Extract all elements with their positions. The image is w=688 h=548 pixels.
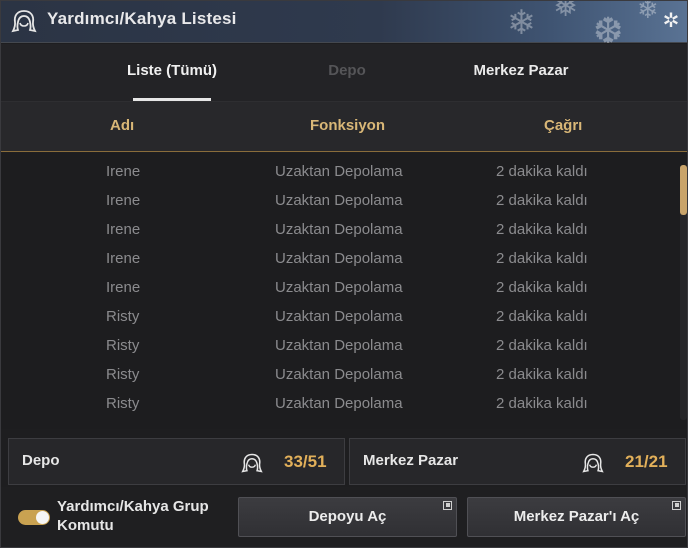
row-call: 2 dakika kaldı	[496, 163, 588, 180]
open-market-label: Merkez Pazar'ı Aç	[513, 508, 640, 525]
row-call: 2 dakika kaldı	[496, 279, 588, 296]
table-row[interactable]: Irene Uzaktan Depolama 2 dakika kaldı	[1, 216, 671, 245]
row-function: Uzaktan Depolama	[275, 250, 403, 267]
open-storage-button[interactable]: Depoyu Aç	[238, 497, 457, 537]
table-row[interactable]: Risty Uzaktan Depolama 2 dakika kaldı	[1, 390, 671, 419]
column-header-name[interactable]: Adı	[110, 117, 134, 134]
maid-list-window: Yardımcı/Kahya Listesi ❄ ❅ ❆ ❄ ✲ Liste (…	[0, 0, 688, 548]
market-summary-panel: Merkez Pazar 21/21	[349, 438, 686, 485]
row-name: Irene	[106, 279, 141, 296]
row-name: Risty	[106, 366, 140, 383]
row-name: Irene	[106, 163, 141, 180]
tab-bar: Liste (Tümü) Depo Merkez Pazar	[1, 44, 687, 102]
row-name: Risty	[106, 395, 140, 412]
row-function: Uzaktan Depolama	[275, 221, 403, 238]
storage-summary-label: Depo	[22, 452, 60, 469]
table-row[interactable]: Risty Uzaktan Depolama 2 dakika kaldı	[1, 361, 671, 390]
column-header-call[interactable]: Çağrı	[544, 117, 582, 134]
row-call: 2 dakika kaldı	[496, 192, 588, 209]
table-row[interactable]: Risty Uzaktan Depolama 2 dakika kaldı	[1, 303, 671, 332]
row-function: Uzaktan Depolama	[275, 395, 403, 412]
row-name: Irene	[106, 192, 141, 209]
close-snowflake-icon: ✲	[662, 8, 680, 32]
table-row[interactable]: Irene Uzaktan Depolama 2 dakika kaldı	[1, 274, 671, 303]
row-call: 2 dakika kaldı	[496, 221, 588, 238]
maid-icon	[11, 10, 37, 33]
close-button[interactable]: ✲	[659, 8, 683, 32]
row-function: Uzaktan Depolama	[275, 337, 403, 354]
row-function: Uzaktan Depolama	[275, 308, 403, 325]
open-storage-label: Depoyu Aç	[308, 508, 387, 525]
scrollbar-thumb[interactable]	[680, 165, 687, 215]
row-function: Uzaktan Depolama	[275, 163, 403, 180]
row-name: Irene	[106, 221, 141, 238]
active-tab-indicator	[133, 98, 211, 101]
title-bar[interactable]: Yardımcı/Kahya Listesi ❄ ❅ ❆ ❄ ✲	[1, 0, 687, 52]
column-header-function[interactable]: Fonksiyon	[310, 117, 385, 134]
row-function: Uzaktan Depolama	[275, 192, 403, 209]
open-market-button[interactable]: Merkez Pazar'ı Aç	[467, 497, 686, 537]
table-row[interactable]: Irene Uzaktan Depolama 2 dakika kaldı	[1, 187, 671, 216]
external-window-icon	[443, 501, 452, 510]
maid-icon	[241, 453, 263, 473]
tab-central-market[interactable]: Merkez Pazar	[441, 62, 601, 79]
row-function: Uzaktan Depolama	[275, 279, 403, 296]
table-row[interactable]: Irene Uzaktan Depolama 2 dakika kaldı	[1, 245, 671, 274]
row-name: Risty	[106, 308, 140, 325]
row-call: 2 dakika kaldı	[496, 366, 588, 383]
row-call: 2 dakika kaldı	[496, 250, 588, 267]
row-call: 2 dakika kaldı	[496, 395, 588, 412]
toggle-knob	[36, 511, 49, 524]
table-header: Adı Fonksiyon Çağrı	[1, 102, 687, 152]
market-maid-count: 21/21	[625, 452, 668, 471]
group-command-label: Yardımcı/Kahya Grup Komutu	[57, 498, 209, 534]
market-summary-label: Merkez Pazar	[363, 452, 459, 469]
group-command-toggle[interactable]	[18, 510, 50, 525]
table-row[interactable]: Irene Uzaktan Depolama 2 dakika kaldı	[1, 158, 671, 187]
row-name: Irene	[106, 250, 141, 267]
storage-summary-panel: Depo 33/51	[8, 438, 345, 485]
storage-maid-count: 33/51	[284, 452, 327, 471]
row-function: Uzaktan Depolama	[275, 366, 403, 383]
row-call: 2 dakika kaldı	[496, 308, 588, 325]
row-call: 2 dakika kaldı	[496, 337, 588, 354]
footer: Yardımcı/Kahya Grup Komutu Depoyu Aç Mer…	[1, 487, 687, 547]
tab-list-all[interactable]: Liste (Tümü)	[92, 62, 252, 79]
snowflake-decoration-icon: ❅	[553, 0, 579, 24]
table-row[interactable]: Risty Uzaktan Depolama 2 dakika kaldı	[1, 332, 671, 361]
external-window-icon	[672, 501, 681, 510]
maid-icon	[582, 453, 604, 473]
row-name: Risty	[106, 337, 140, 354]
tab-storage[interactable]: Depo	[267, 62, 427, 79]
snowflake-decoration-icon: ❄	[637, 0, 659, 25]
snowflake-decoration-icon: ❄	[507, 3, 536, 43]
maid-list: Irene Uzaktan Depolama 2 dakika kaldı Ir…	[1, 153, 687, 429]
window-title: Yardımcı/Kahya Listesi	[47, 9, 237, 28]
